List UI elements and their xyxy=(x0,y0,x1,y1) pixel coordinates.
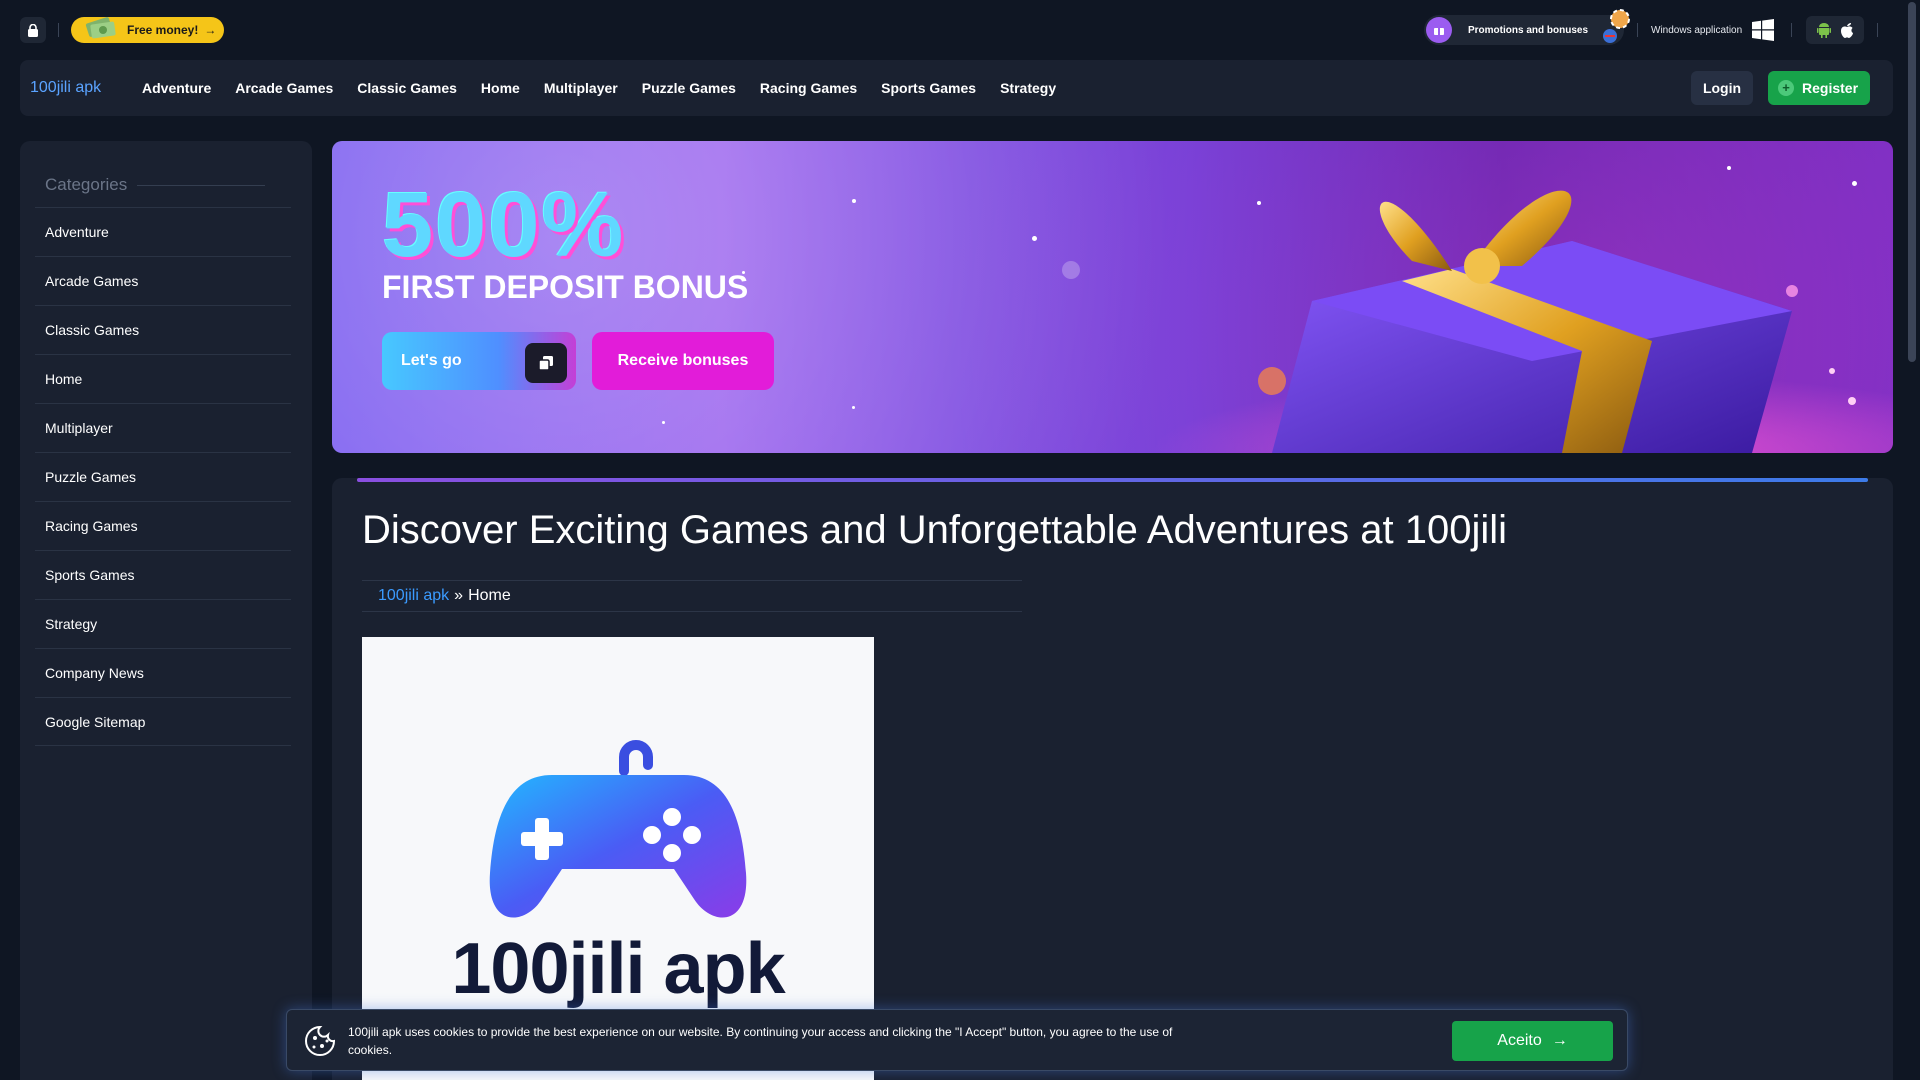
nav-item-sports-games[interactable]: Sports Games xyxy=(881,80,976,96)
gift-icon xyxy=(1426,17,1452,43)
android-icon[interactable] xyxy=(1816,22,1831,38)
cookie-text: 100jili apk uses cookies to provide the … xyxy=(348,1025,1173,1057)
arrow-right-icon: → xyxy=(204,23,217,37)
money-icon xyxy=(85,17,116,39)
sidebar-item-company-news[interactable]: Company News xyxy=(35,648,291,697)
divider xyxy=(1877,23,1878,37)
scrollbar-thumb[interactable] xyxy=(1908,2,1916,362)
nav-item-home[interactable]: Home xyxy=(481,80,520,96)
nav-item-puzzle-games[interactable]: Puzzle Games xyxy=(642,80,736,96)
cookie-icon xyxy=(305,1025,336,1056)
cookie-banner: 100jili apk uses cookies to provide the … xyxy=(286,1009,1628,1071)
accept-cookies-button[interactable]: Aceito → xyxy=(1452,1021,1613,1061)
sparkle xyxy=(1032,236,1037,241)
sparkle xyxy=(852,199,856,203)
breadcrumb-separator: » xyxy=(454,587,464,604)
sidebar-item-classic-games[interactable]: Classic Games xyxy=(35,305,291,354)
sidebar-item-strategy[interactable]: Strategy xyxy=(35,599,291,648)
sparkle xyxy=(1062,261,1080,279)
windows-app-link[interactable]: Windows application xyxy=(1651,18,1775,42)
main-nav: 100jili apk Adventure Arcade Games Class… xyxy=(20,60,1893,116)
sparkle xyxy=(852,406,855,409)
promotions-button[interactable]: Promotions and bonuses xyxy=(1424,9,1630,45)
lets-go-label: Let's go xyxy=(401,352,462,369)
category-list: Adventure Arcade Games Classic Games Hom… xyxy=(35,207,291,746)
sidebar-item-multiplayer[interactable]: Multiplayer xyxy=(35,403,291,452)
page-scrollbar[interactable] xyxy=(1904,0,1920,1080)
sidebar-item-google-sitemap[interactable]: Google Sitemap xyxy=(35,697,291,746)
nav-item-multiplayer[interactable]: Multiplayer xyxy=(544,80,618,96)
sidebar-item-racing-games[interactable]: Racing Games xyxy=(35,501,291,550)
nav-menu: Adventure Arcade Games Classic Games Hom… xyxy=(142,60,1056,116)
bonus-percent: 500% xyxy=(382,174,626,276)
bonus-subtitle: FIRST DEPOSIT BONUS xyxy=(382,269,749,305)
nav-item-arcade-games[interactable]: Arcade Games xyxy=(235,80,333,96)
lets-go-button[interactable]: Let's go xyxy=(382,332,576,390)
nav-item-classic-games[interactable]: Classic Games xyxy=(357,80,457,96)
sidebar-item-adventure[interactable]: Adventure xyxy=(35,207,291,256)
nav-item-adventure[interactable]: Adventure xyxy=(142,80,211,96)
sidebar-item-sports-games[interactable]: Sports Games xyxy=(35,550,291,599)
breadcrumb-link-home[interactable]: 100jili apk xyxy=(378,587,449,605)
breadcrumb-current: Home xyxy=(468,587,511,604)
promotions-label: Promotions and bonuses xyxy=(1468,24,1589,36)
main-content: Discover Exciting Games and Unforgettabl… xyxy=(332,478,1893,1080)
accent-line xyxy=(357,478,1868,482)
copy-icon[interactable] xyxy=(525,343,567,383)
windows-app-label: Windows application xyxy=(1651,24,1743,36)
lock-button[interactable] xyxy=(20,17,46,43)
logo-alt-text: 100jili apk xyxy=(30,79,102,96)
breadcrumb: 100jili apk » Home xyxy=(362,580,1022,612)
mobile-apps xyxy=(1806,16,1864,44)
lock-icon xyxy=(28,23,38,37)
sidebar-item-home[interactable]: Home xyxy=(35,354,291,403)
register-label: Register xyxy=(1802,80,1859,96)
sidebar: Categories Adventure Arcade Games Classi… xyxy=(20,141,312,1080)
page-title: Discover Exciting Games and Unforgettabl… xyxy=(362,508,1508,552)
divider xyxy=(1791,23,1792,37)
arrow-right-icon: → xyxy=(1551,1032,1568,1049)
accept-label: Aceito xyxy=(1497,1032,1542,1049)
divider xyxy=(1637,23,1638,37)
promo-banner[interactable]: 500% FIRST DEPOSIT BONUS Let's go Receiv… xyxy=(332,141,1893,453)
top-bar: Free money! → Promotions and bonuses Win… xyxy=(0,0,1920,58)
nav-item-racing-games[interactable]: Racing Games xyxy=(760,80,857,96)
free-money-label: Free money! xyxy=(127,23,199,37)
sidebar-item-arcade-games[interactable]: Arcade Games xyxy=(35,256,291,305)
login-button[interactable]: Login xyxy=(1691,71,1753,105)
windows-icon xyxy=(1752,19,1775,41)
site-logo[interactable]: 100jili apk xyxy=(30,60,120,116)
apple-icon[interactable] xyxy=(1840,22,1854,38)
sparkle xyxy=(662,421,665,424)
sidebar-item-puzzle-games[interactable]: Puzzle Games xyxy=(35,452,291,501)
balls-icon xyxy=(1603,9,1630,43)
categories-heading: Categories xyxy=(45,175,265,195)
register-button[interactable]: + Register xyxy=(1768,71,1870,105)
gamepad-icon xyxy=(489,740,747,918)
free-money-button[interactable]: Free money! → xyxy=(71,17,224,43)
plus-icon: + xyxy=(1778,80,1794,96)
nav-item-strategy[interactable]: Strategy xyxy=(1000,80,1056,96)
divider xyxy=(58,23,59,37)
image-caption: 100jili apk xyxy=(451,929,785,1009)
gift-box-image xyxy=(1152,190,1893,453)
receive-bonuses-button[interactable]: Receive bonuses xyxy=(592,332,774,390)
